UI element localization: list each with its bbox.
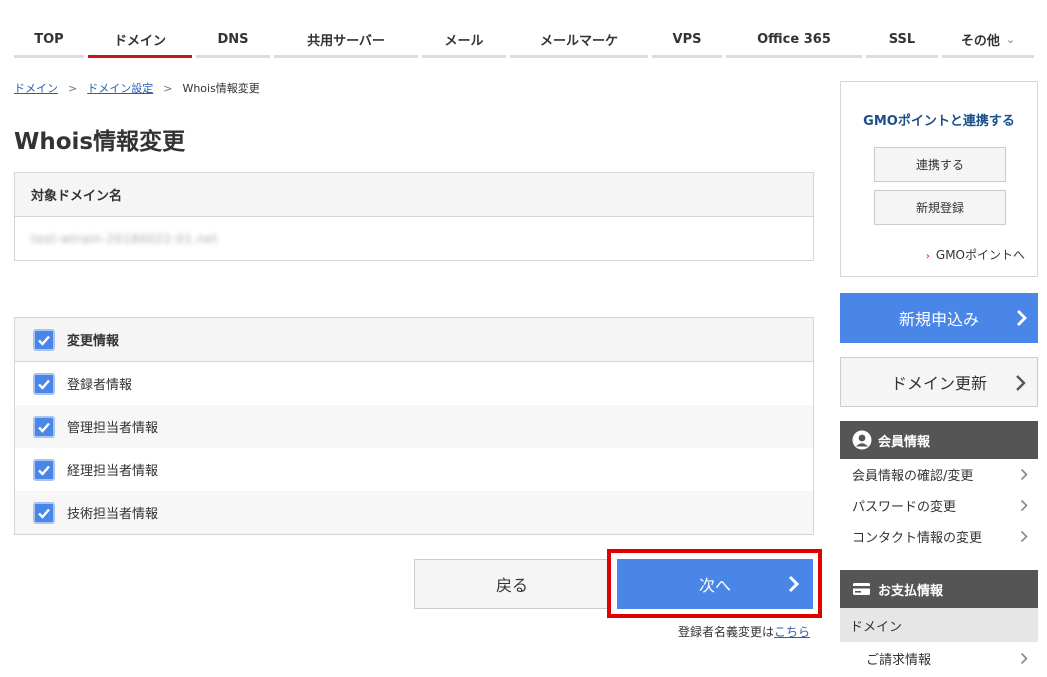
next-button-label: 次へ bbox=[698, 576, 731, 595]
change-item-technical: 技術担当者情報 bbox=[15, 491, 813, 534]
panel-item-label: ご請求情報 bbox=[866, 653, 932, 668]
credit-card-icon bbox=[853, 583, 870, 595]
breadcrumb: ドメイン > ドメイン設定 > Whois情報変更 bbox=[14, 80, 260, 96]
technical-contact-checkbox[interactable] bbox=[33, 501, 55, 524]
nav-label: Office 365 bbox=[757, 32, 831, 47]
checkmark-icon bbox=[38, 335, 50, 346]
gmo-points-box: GMOポイントと連携する 連携する 新規登録 › GMOポイントへ bbox=[840, 81, 1038, 277]
registrant-change-link[interactable]: こちら bbox=[774, 625, 810, 639]
nav-label: DNS bbox=[217, 32, 249, 47]
member-info-title: 会員情報 bbox=[878, 434, 931, 450]
gmo-link-button[interactable]: 連携する bbox=[874, 147, 1006, 182]
checkmark-icon bbox=[38, 508, 50, 519]
change-item-label: 経理担当者情報 bbox=[67, 464, 159, 479]
user-icon bbox=[852, 430, 872, 450]
select-all-checkbox[interactable] bbox=[33, 328, 55, 351]
nav-item-mail[interactable]: メール bbox=[422, 24, 506, 58]
registrant-checkbox[interactable] bbox=[33, 372, 55, 395]
checkmark-icon bbox=[38, 465, 50, 476]
gmo-points-link-label: GMOポイントへ bbox=[935, 248, 1025, 262]
back-button[interactable]: 戻る bbox=[414, 559, 610, 609]
gmo-points-title: GMOポイントと連携する bbox=[863, 114, 1015, 129]
change-item-label: 登録者情報 bbox=[67, 378, 133, 393]
nav-item-vps[interactable]: VPS bbox=[652, 24, 722, 58]
breadcrumb-current: Whois情報変更 bbox=[182, 82, 260, 95]
checkmark-icon bbox=[38, 422, 50, 433]
change-item-registrant: 登録者情報 bbox=[15, 362, 813, 405]
change-item-label: 技術担当者情報 bbox=[67, 507, 159, 522]
password-change-link[interactable]: パスワードの変更 bbox=[840, 490, 1038, 521]
chevron-down-icon: ⌄ bbox=[1005, 33, 1016, 46]
registrant-change-note: 登録者名義変更はこちら bbox=[678, 623, 810, 640]
nav-label: TOP bbox=[34, 32, 64, 47]
payment-info-header: お支払情報 bbox=[840, 570, 1038, 608]
change-info-header-row: 変更情報 bbox=[15, 318, 813, 362]
gmo-points-link[interactable]: › GMOポイントへ bbox=[926, 246, 1025, 263]
admin-contact-checkbox[interactable] bbox=[33, 415, 55, 438]
arrow-right-icon: › bbox=[925, 251, 930, 262]
new-application-label: 新規申込み bbox=[898, 310, 979, 329]
chevron-right-icon bbox=[1017, 310, 1027, 326]
panel-item-label: パスワードの変更 bbox=[852, 500, 957, 515]
chevron-right-icon bbox=[1016, 375, 1026, 391]
panel-item-label: コンタクト情報の変更 bbox=[852, 531, 983, 546]
registrant-note-text: 登録者名義変更は bbox=[677, 625, 774, 639]
change-info-header: 変更情報 bbox=[67, 334, 120, 349]
nav-item-other[interactable]: その他 ⌄ bbox=[942, 24, 1034, 58]
nav-label: VPS bbox=[672, 32, 702, 47]
nav-item-dns[interactable]: DNS bbox=[196, 24, 270, 58]
target-domain-value-row: test-wtrain-20180022-01.net bbox=[15, 217, 813, 260]
chevron-right-icon bbox=[788, 575, 800, 593]
billing-info-link[interactable]: ご請求情報 bbox=[840, 643, 1038, 674]
page-title: Whois情報変更 bbox=[14, 129, 186, 155]
nav-label: メール bbox=[444, 34, 484, 49]
nav-label: SSL bbox=[888, 32, 916, 47]
chevron-right-icon bbox=[1020, 530, 1028, 543]
nav-item-domain[interactable]: ドメイン bbox=[88, 24, 192, 58]
breadcrumb-domain-settings[interactable]: ドメイン設定 bbox=[87, 80, 153, 96]
domain-renewal-button[interactable]: ドメイン更新 bbox=[840, 357, 1038, 407]
checkmark-icon bbox=[38, 379, 50, 390]
change-item-billing: 経理担当者情報 bbox=[15, 448, 813, 491]
nav-label: メールマーケ bbox=[539, 34, 618, 49]
nav-item-mail-marketing[interactable]: メールマーケ bbox=[510, 24, 648, 58]
nav-label: ドメイン bbox=[113, 34, 166, 49]
gmo-register-button[interactable]: 新規登録 bbox=[874, 190, 1006, 225]
domain-renewal-label: ドメイン更新 bbox=[890, 374, 987, 393]
breadcrumb-separator: > bbox=[68, 81, 78, 95]
target-domain-header: 対象ドメイン名 bbox=[15, 173, 813, 217]
member-info-header: 会員情報 bbox=[840, 421, 1038, 459]
chevron-right-icon bbox=[1020, 499, 1028, 512]
nav-label: 共用サーバー bbox=[307, 34, 385, 49]
target-domain-value: test-wtrain-20180022-01.net bbox=[31, 231, 219, 246]
chevron-right-icon bbox=[1020, 468, 1028, 481]
nav-item-office365[interactable]: Office 365 bbox=[726, 24, 862, 58]
change-info-box: 変更情報 登録者情報 管理担当者情報 経理担当者情報 技術担当者情報 bbox=[14, 317, 814, 535]
nav-label: その他 bbox=[960, 34, 1000, 49]
nav-item-top[interactable]: TOP bbox=[14, 24, 84, 58]
panel-item-label: 会員情報の確認/変更 bbox=[852, 469, 974, 484]
nav-item-ssl[interactable]: SSL bbox=[866, 24, 938, 58]
target-domain-box: 対象ドメイン名 test-wtrain-20180022-01.net bbox=[14, 172, 814, 261]
top-nav: TOP ドメイン DNS 共用サーバー メール メールマーケ VPS Offic… bbox=[14, 24, 1038, 58]
member-info-edit-link[interactable]: 会員情報の確認/変更 bbox=[840, 459, 1038, 490]
payment-info-title: お支払情報 bbox=[878, 583, 944, 599]
change-item-label: 管理担当者情報 bbox=[67, 421, 159, 436]
new-application-button[interactable]: 新規申込み bbox=[840, 293, 1038, 343]
next-button[interactable]: 次へ bbox=[617, 559, 813, 609]
nav-item-shared-server[interactable]: 共用サーバー bbox=[274, 24, 418, 58]
chevron-right-icon bbox=[1020, 652, 1028, 665]
breadcrumb-domain[interactable]: ドメイン bbox=[14, 80, 58, 96]
change-item-admin: 管理担当者情報 bbox=[15, 405, 813, 448]
billing-contact-checkbox[interactable] bbox=[33, 458, 55, 481]
breadcrumb-separator: > bbox=[163, 81, 173, 95]
contact-info-change-link[interactable]: コンタクト情報の変更 bbox=[840, 521, 1038, 552]
payment-section-domain: ドメイン bbox=[840, 608, 1038, 642]
